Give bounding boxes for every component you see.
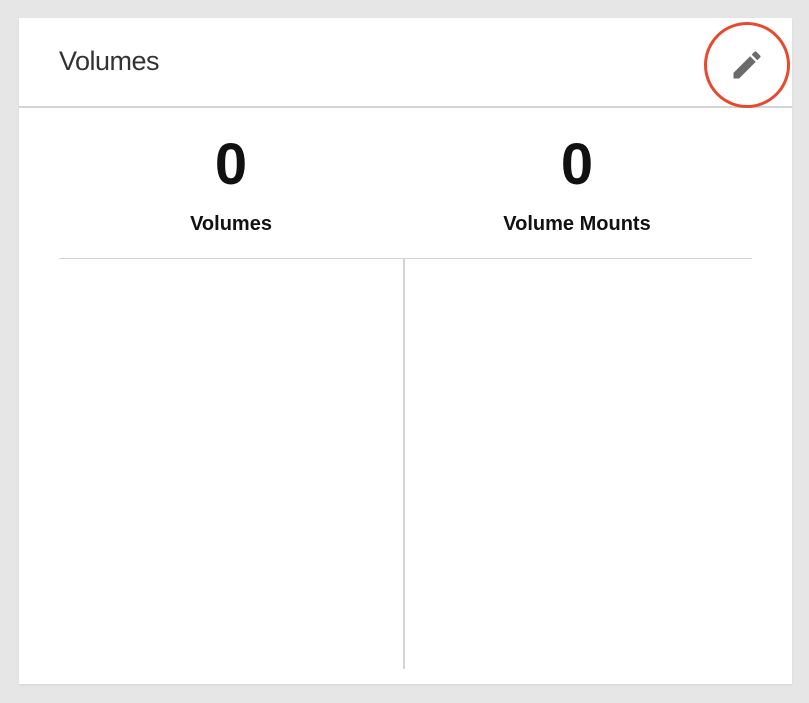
left-panel [59, 259, 403, 669]
stat-value: 0 [560, 132, 594, 197]
stat-volume-mounts: 0 Volume Mounts [407, 108, 747, 236]
card-header: Volumes [19, 18, 792, 108]
card-title: Volumes [59, 46, 160, 76]
stat-label: Volume Mounts [503, 213, 651, 235]
stat-volumes: 0 Volumes [61, 108, 401, 236]
right-panel [405, 259, 752, 669]
stat-label: Volumes [190, 213, 272, 235]
pencil-icon [729, 47, 765, 83]
volumes-card: Volumes 0 Volumes 0 Volume Mounts [19, 18, 792, 684]
edit-button[interactable] [704, 22, 790, 108]
stat-value: 0 [214, 132, 248, 197]
stats-row: 0 Volumes 0 Volume Mounts [19, 108, 792, 259]
